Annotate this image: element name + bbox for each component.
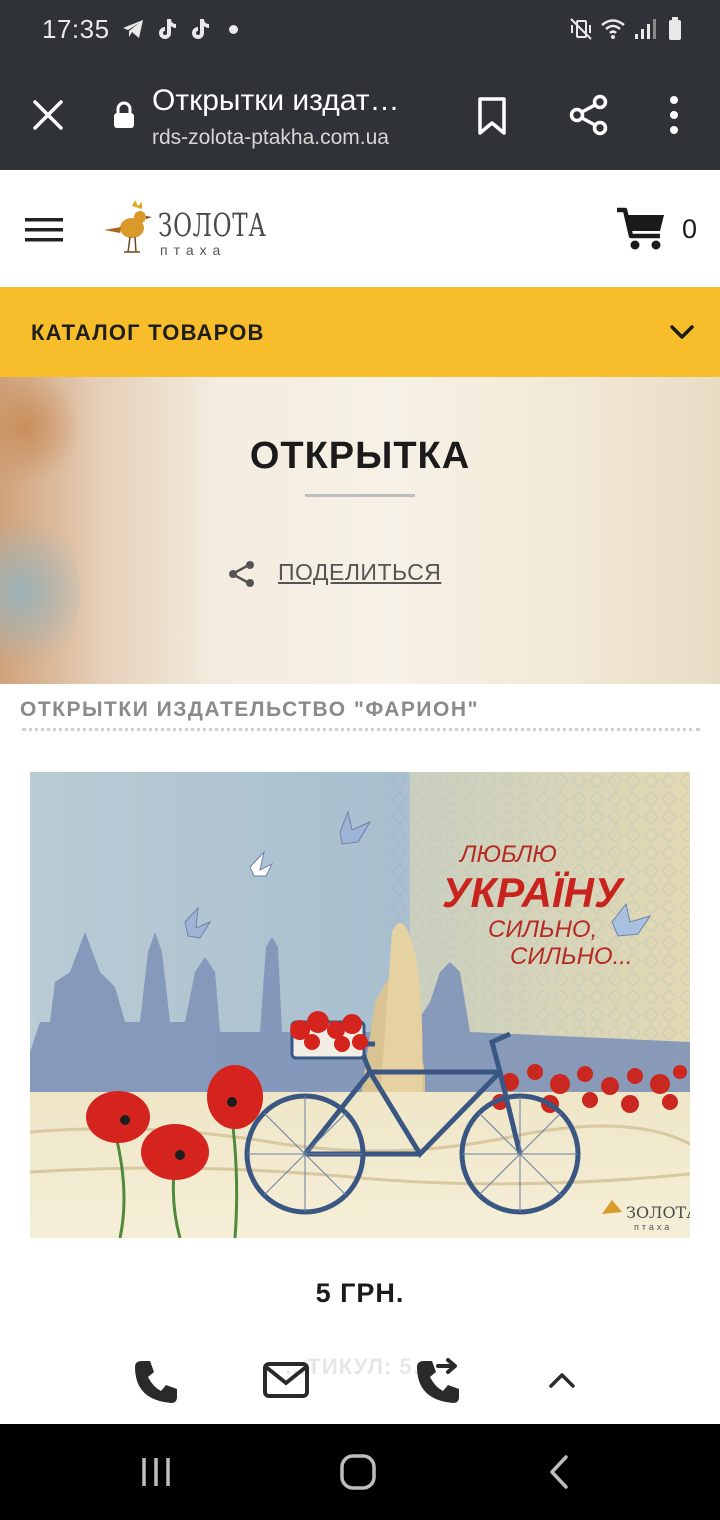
hamburger-menu-icon[interactable] (25, 216, 63, 244)
dot-icon (229, 25, 238, 34)
system-nav-bar (0, 1424, 720, 1520)
phone-icon[interactable] (132, 1358, 180, 1406)
postcard-logo-sub: птаха (634, 1222, 672, 1232)
tiktok-icon (159, 19, 176, 39)
wifi-icon (601, 19, 625, 39)
cart-count[interactable]: 0 (682, 214, 697, 245)
chevron-down-icon[interactable] (670, 324, 694, 340)
recent-apps-icon[interactable] (138, 1454, 174, 1490)
postcard-text-line4: СИЛЬНО... (510, 943, 633, 970)
site-header: ЗОЛОТА птаха 0 (0, 172, 720, 287)
status-time: 17:35 (42, 14, 110, 44)
page-heading: ОТКРЫТКА (249, 435, 471, 477)
logo-subtext: птаха (160, 242, 227, 258)
browser-toolbar: Открытки издат… rds-zolota-ptakha.com.ua (0, 60, 720, 170)
dotted-divider (22, 728, 700, 731)
catalog-label[interactable]: КАТАЛОГ ТОВАРОВ (31, 320, 265, 346)
postcard-text-line3: СИЛЬНО, (488, 916, 597, 943)
share-small-icon[interactable] (228, 560, 256, 588)
url-text[interactable]: rds-zolota-ptakha.com.ua (152, 126, 432, 150)
more-options-icon[interactable] (664, 94, 684, 136)
product-price: 5 ГРН. (315, 1278, 405, 1308)
product-article: …ТИКУЛ: 5… (284, 1354, 436, 1379)
postcard-logo: ЗОЛОТА (626, 1203, 690, 1222)
bookmark-icon[interactable] (474, 96, 510, 136)
logo-text: ЗОЛОТА (158, 206, 267, 244)
hero-banner: ОТКРЫТКА ПОДЕЛИТЬСЯ (0, 377, 720, 684)
tiktok-icon (192, 19, 209, 39)
status-bar: 17:35 (0, 0, 720, 60)
home-icon[interactable] (338, 1454, 378, 1490)
mute-vibrate-icon (570, 18, 592, 40)
mail-icon[interactable] (262, 1360, 310, 1400)
postcard-text-line1: ЛЮБЛЮ (458, 841, 557, 868)
product-image[interactable]: ЛЮБЛЮ УКРАЇНУ СИЛЬНО, СИЛЬНО... ЗОЛОТА п… (30, 772, 690, 1238)
callback-icon[interactable] (412, 1356, 462, 1404)
back-icon[interactable] (546, 1454, 572, 1490)
signal-icon (635, 19, 656, 39)
postcard-illustration: ЛЮБЛЮ УКРАЇНУ СИЛЬНО, СИЛЬНО... ЗОЛОТА п… (30, 772, 690, 1238)
site-logo[interactable]: ЗОЛОТА птаха (102, 200, 266, 260)
postcard-text-line2: УКРАЇНУ (442, 869, 626, 916)
section-title: ОТКРЫТКИ ИЗДАТЕЛЬСТВО "ФАРИОН" (20, 698, 479, 721)
lock-icon (114, 101, 134, 128)
bird-logo-icon (104, 200, 152, 253)
page-title[interactable]: Открытки издат… (152, 84, 432, 118)
catalog-dropdown[interactable]: КАТАЛОГ ТОВАРОВ (0, 287, 720, 377)
cart-icon[interactable] (616, 206, 666, 252)
heading-underline (305, 494, 415, 497)
share-icon[interactable] (568, 94, 610, 136)
telegram-icon (123, 20, 143, 38)
close-icon[interactable] (30, 97, 66, 133)
share-link[interactable]: ПОДЕЛИТЬСЯ (278, 559, 441, 586)
battery-icon (669, 17, 681, 40)
hero-bg-blur (0, 507, 80, 677)
scroll-top-chevron-icon[interactable] (548, 1370, 576, 1390)
